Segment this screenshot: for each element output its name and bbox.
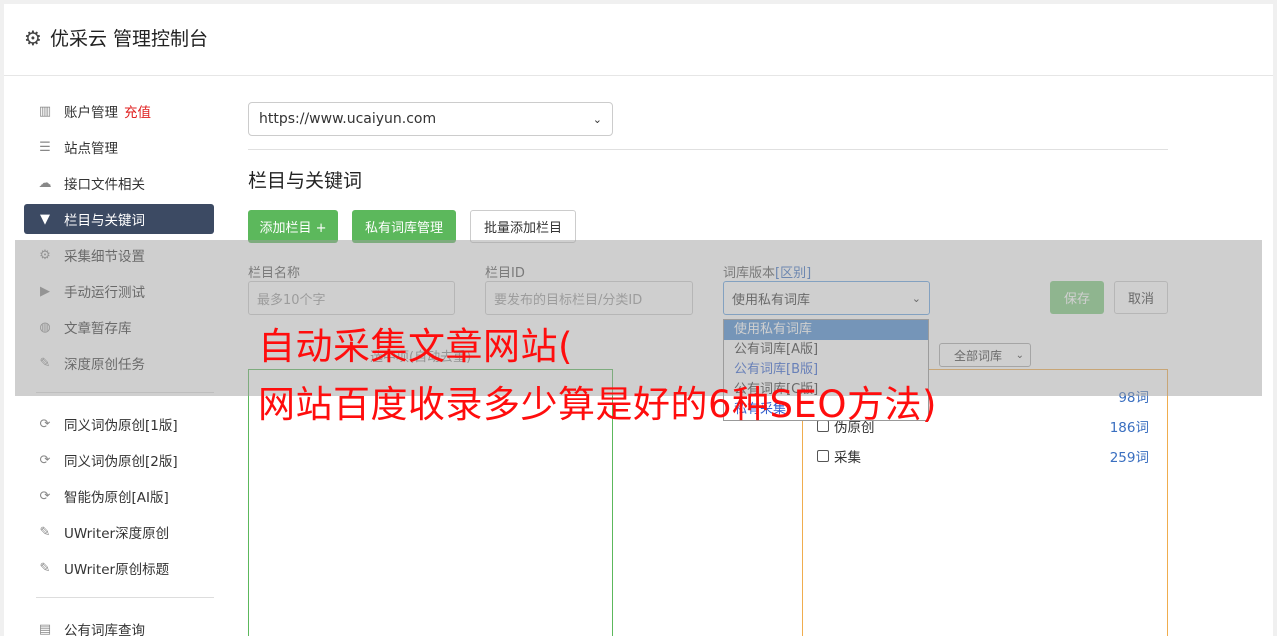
chevron-down-icon: ⌄ (592, 112, 602, 126)
sidebar-item-label: 同义词伪原创[1版] (64, 418, 178, 434)
brand[interactable]: ⚙ 优采云 管理控制台 (24, 24, 208, 51)
sidebar-item-sites[interactable]: ☰ 站点管理 (24, 132, 214, 162)
sidebar-item-api-files[interactable]: ☁ 接口文件相关 (24, 168, 214, 198)
batch-add-button[interactable]: 批量添加栏目 (470, 210, 576, 243)
page-title: 栏目与关键词 (248, 170, 363, 192)
server-icon: ☰ (39, 139, 51, 155)
add-column-button[interactable]: 添加栏目 + (248, 210, 338, 243)
refresh-icon: ⟳ (39, 488, 51, 504)
sidebar-divider (36, 597, 214, 598)
sidebar-item-uwriter-title[interactable]: ✎ UWriter原创标题 (24, 553, 214, 583)
caption-line-2: 网站百度收录多少算是好的6种SEO方法) (258, 383, 937, 426)
refresh-icon: ⟳ (39, 416, 51, 432)
headline-caption: 自动采集文章网站( 网站百度收录多少算是好的6种SEO方法) (258, 318, 937, 434)
caption-line-1: 自动采集文章网站( (258, 325, 573, 368)
sidebar-item-label: 账户管理 (64, 105, 118, 121)
private-lib-button[interactable]: 私有词库管理 (352, 210, 456, 243)
sidebar-item-synonym-v2[interactable]: ⟳ 同义词伪原创[2版] (24, 445, 214, 475)
checkbox[interactable] (817, 450, 829, 462)
cloud-upload-icon: ☁ (38, 175, 52, 191)
divider (248, 149, 1168, 150)
keyword-label: 采集 (834, 450, 861, 466)
sidebar-item-label: 公有词库查询 (64, 623, 145, 636)
edit-icon: ✎ (39, 560, 51, 576)
sidebar-item-label: UWriter原创标题 (64, 562, 170, 578)
keyword-count: 186词 (1109, 420, 1149, 436)
site-select-value: https://www.ucaiyun.com (259, 111, 437, 127)
sidebar-item-uwriter-deep[interactable]: ✎ UWriter深度原创 (24, 517, 214, 547)
site-select[interactable]: https://www.ucaiyun.com ⌄ (248, 102, 613, 136)
refresh-icon: ⟳ (39, 452, 51, 468)
top-bar: ⚙ 优采云 管理控制台 (4, 4, 1273, 76)
app-title: 优采云 管理控制台 (49, 28, 208, 50)
sidebar-item-label: UWriter深度原创 (64, 526, 170, 542)
keyword-count: 259词 (1109, 450, 1149, 466)
sidebar-item-label: 接口文件相关 (64, 177, 145, 193)
filter-icon: ▼ (40, 211, 50, 227)
sidebar-item-label: 栏目与关键词 (64, 213, 145, 229)
sidebar-item-label: 站点管理 (64, 141, 118, 157)
sidebar-item-synonym-v1[interactable]: ⟳ 同义词伪原创[1版] (24, 409, 214, 439)
sidebar-item-ai-rewrite[interactable]: ⟳ 智能伪原创[AI版] (24, 481, 214, 511)
gear-icon: ⚙ (24, 25, 42, 50)
bar-chart-icon: ▥ (38, 103, 52, 119)
recharge-link[interactable]: 充值 (124, 101, 151, 121)
sidebar-item-columns-keywords[interactable]: ▼ 栏目与关键词 (24, 204, 214, 234)
sidebar-item-label: 智能伪原创[AI版] (64, 490, 169, 506)
sidebar-item-label: 同义词伪原创[2版] (64, 454, 178, 470)
sidebar-item-account[interactable]: ▥ 账户管理 充值 (24, 96, 214, 126)
edit-icon: ✎ (39, 524, 51, 540)
book-icon: ▤ (38, 621, 52, 636)
sidebar-item-public-lib[interactable]: ▤ 公有词库查询 (24, 614, 214, 636)
keyword-row[interactable]: 采集 (817, 446, 861, 466)
